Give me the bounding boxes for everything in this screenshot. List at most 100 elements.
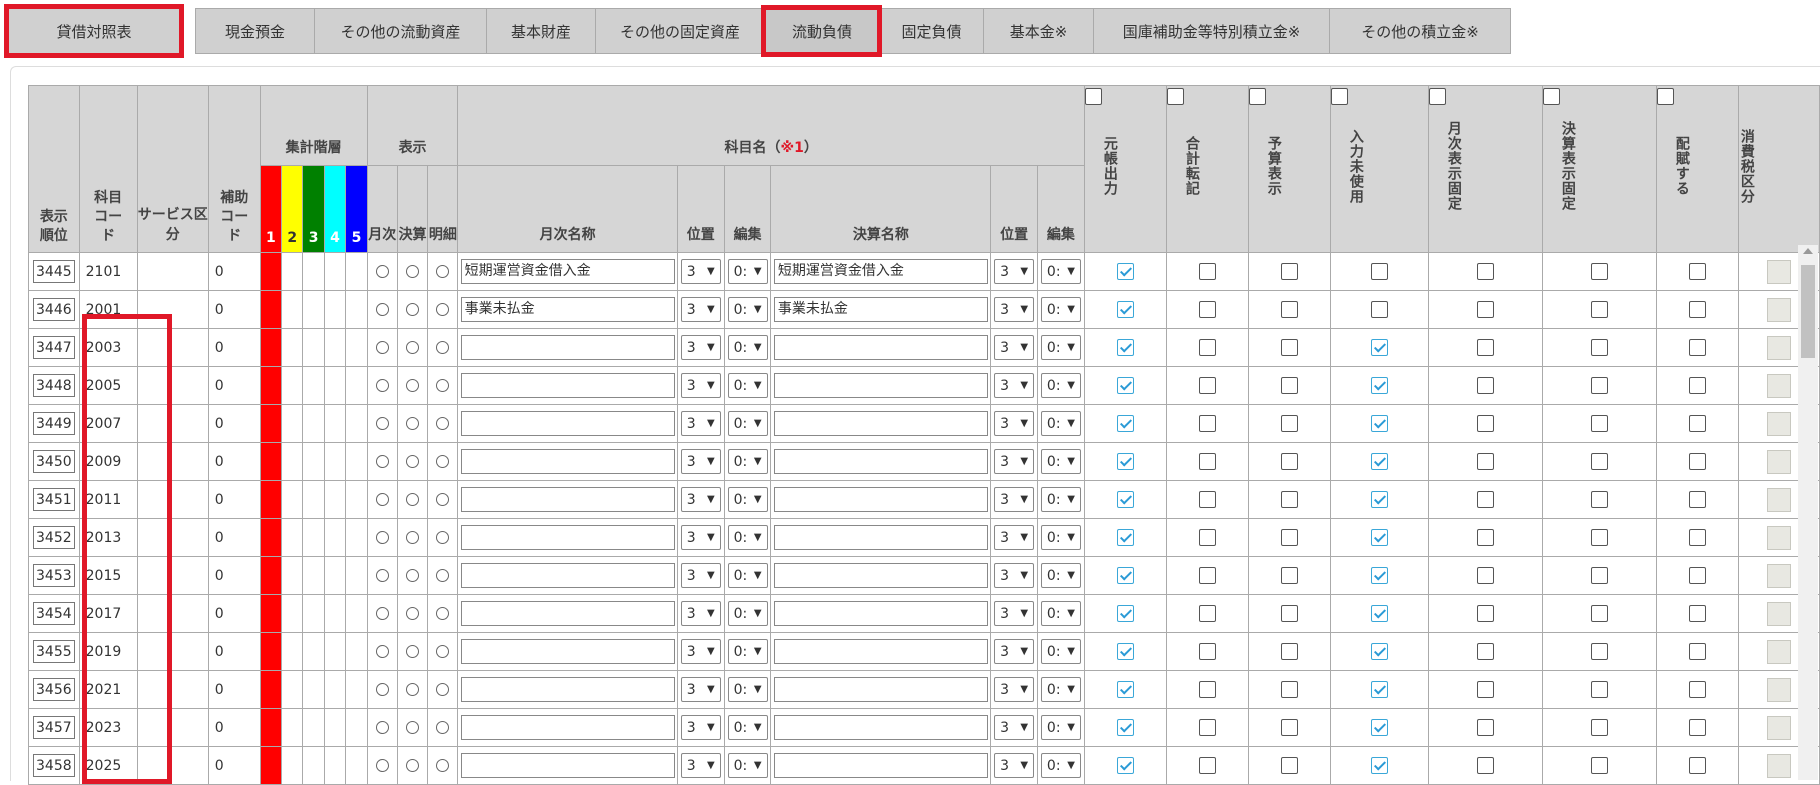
flag-settle-fixed-checkbox[interactable] — [1590, 339, 1608, 356]
monthly-name-input[interactable] — [460, 449, 675, 474]
settle-pos-select[interactable]: 3 ▼ — [994, 525, 1035, 550]
level-3-cell[interactable] — [302, 670, 325, 709]
flag-total-checkbox[interactable] — [1198, 377, 1216, 394]
monthly-pos-select[interactable]: 3 ▼ — [680, 601, 721, 626]
level-5-cell[interactable] — [345, 670, 368, 709]
level-4-cell[interactable] — [323, 252, 347, 291]
monthly-name-input[interactable] — [460, 715, 675, 740]
settle-name-input[interactable] — [773, 449, 988, 474]
level-1-cell[interactable] — [259, 328, 283, 367]
settle-pos-select[interactable]: 3 ▼ — [994, 335, 1035, 360]
flag-settle-fixed-checkbox[interactable] — [1590, 377, 1608, 394]
flag-total-checkbox[interactable] — [1198, 415, 1216, 432]
settle-edit-select[interactable]: 0: ▼ — [1040, 639, 1081, 664]
level-5-cell[interactable] — [345, 746, 368, 785]
flag-allocate-checkbox[interactable] — [1688, 491, 1706, 508]
flag-monthly-fixed-checkbox[interactable] — [1476, 681, 1494, 698]
flag-budget-checkbox[interactable] — [1280, 567, 1298, 584]
settle-edit-select[interactable]: 0: ▼ — [1040, 525, 1081, 550]
flag-ledger-checkbox[interactable] — [1116, 719, 1134, 736]
level-4-cell[interactable] — [323, 594, 347, 633]
monthly-name-input[interactable] — [460, 601, 675, 626]
level-2-cell[interactable] — [281, 518, 304, 557]
flag-allocate-checkbox[interactable] — [1688, 605, 1706, 622]
level-4-cell[interactable] — [323, 708, 347, 747]
flag-unused-checkbox[interactable] — [1370, 491, 1388, 508]
flag-settle-fixed-checkbox[interactable] — [1590, 757, 1608, 774]
display-settle-radio[interactable] — [406, 683, 420, 696]
settle-pos-select[interactable]: 3 ▼ — [994, 373, 1035, 398]
level-2-cell[interactable] — [281, 366, 304, 405]
settle-name-input[interactable] — [773, 715, 988, 740]
flag-budget-checkbox[interactable] — [1280, 301, 1298, 318]
display-monthly-radio[interactable] — [375, 379, 389, 392]
tax-select[interactable] — [1766, 601, 1791, 626]
monthly-pos-select[interactable]: 3 ▼ — [680, 563, 721, 588]
flag-ledger-checkbox[interactable] — [1116, 453, 1134, 470]
balance-sheet-button[interactable]: 貸借対照表 — [4, 4, 184, 58]
display-settle-radio[interactable] — [406, 379, 420, 392]
flag-allocate-checkbox[interactable] — [1688, 719, 1706, 736]
settle-pos-select[interactable]: 3 ▼ — [994, 297, 1035, 322]
level-3-cell[interactable] — [302, 328, 325, 367]
display-monthly-radio[interactable] — [375, 493, 389, 506]
settle-edit-select[interactable]: 0: ▼ — [1040, 601, 1081, 626]
tax-select[interactable] — [1766, 639, 1791, 664]
flag-total-checkbox[interactable] — [1198, 567, 1216, 584]
level-2-cell[interactable] — [281, 404, 304, 443]
display-settle-radio[interactable] — [406, 569, 420, 582]
flag-total-checkbox[interactable] — [1198, 491, 1216, 508]
monthly-edit-select[interactable]: 0: ▼ — [727, 411, 768, 436]
flag-budget-checkbox[interactable] — [1280, 415, 1298, 432]
flag-allocate-checkbox[interactable] — [1688, 301, 1706, 318]
settle-name-input[interactable] — [773, 373, 988, 398]
display-detail-radio[interactable] — [436, 341, 450, 354]
flag-budget-checkbox[interactable] — [1280, 529, 1298, 546]
flag-budget-checkbox[interactable] — [1280, 757, 1298, 774]
order-input[interactable]: 3456 — [33, 678, 75, 701]
flag-total-checkbox[interactable] — [1198, 681, 1216, 698]
flag-unused-checkbox[interactable] — [1370, 681, 1388, 698]
monthly-edit-select[interactable]: 0: ▼ — [727, 259, 768, 284]
settle-name-input[interactable] — [773, 753, 988, 778]
monthly-name-input[interactable]: 事業未払金 — [460, 297, 675, 322]
display-detail-radio[interactable] — [436, 721, 450, 734]
display-settle-radio[interactable] — [406, 759, 420, 772]
flag-unused-checkbox[interactable] — [1370, 339, 1388, 356]
settle-name-input[interactable] — [773, 563, 988, 588]
flag-unused-checkbox[interactable] — [1370, 719, 1388, 736]
display-settle-radio[interactable] — [406, 341, 420, 354]
flag-ledger-checkbox[interactable] — [1116, 757, 1134, 774]
monthly-name-input[interactable] — [460, 487, 675, 512]
level-3-cell[interactable] — [302, 708, 325, 747]
level-4-cell[interactable] — [323, 518, 347, 557]
flag-settle-fixed-checkbox[interactable] — [1590, 491, 1608, 508]
header-checkbox[interactable] — [1656, 88, 1674, 105]
flag-settle-fixed-checkbox[interactable] — [1590, 719, 1608, 736]
display-detail-radio[interactable] — [436, 645, 450, 658]
monthly-pos-select[interactable]: 3 ▼ — [680, 677, 721, 702]
settle-edit-select[interactable]: 0: ▼ — [1040, 715, 1081, 740]
level-1-cell[interactable] — [259, 366, 283, 405]
level-5-cell[interactable] — [345, 442, 368, 481]
monthly-edit-select[interactable]: 0: ▼ — [727, 487, 768, 512]
display-settle-radio[interactable] — [406, 531, 420, 544]
display-detail-radio[interactable] — [436, 531, 450, 544]
tab-0[interactable]: 現金預金 — [195, 8, 314, 54]
display-monthly-radio[interactable] — [375, 531, 389, 544]
flag-ledger-checkbox[interactable] — [1116, 491, 1134, 508]
level-3-cell[interactable] — [302, 556, 325, 595]
flag-monthly-fixed-checkbox[interactable] — [1476, 529, 1494, 546]
level-3-cell[interactable] — [302, 746, 325, 785]
header-checkbox[interactable] — [1248, 88, 1266, 105]
flag-unused-checkbox[interactable] — [1370, 263, 1388, 280]
order-input[interactable]: 3457 — [33, 716, 75, 739]
display-monthly-radio[interactable] — [375, 455, 389, 468]
flag-allocate-checkbox[interactable] — [1688, 643, 1706, 660]
display-monthly-radio[interactable] — [375, 721, 389, 734]
flag-monthly-fixed-checkbox[interactable] — [1476, 643, 1494, 660]
monthly-edit-select[interactable]: 0: ▼ — [727, 639, 768, 664]
tab-5[interactable]: 固定負債 — [879, 8, 983, 54]
order-input[interactable]: 3450 — [33, 450, 75, 473]
flag-allocate-checkbox[interactable] — [1688, 377, 1706, 394]
